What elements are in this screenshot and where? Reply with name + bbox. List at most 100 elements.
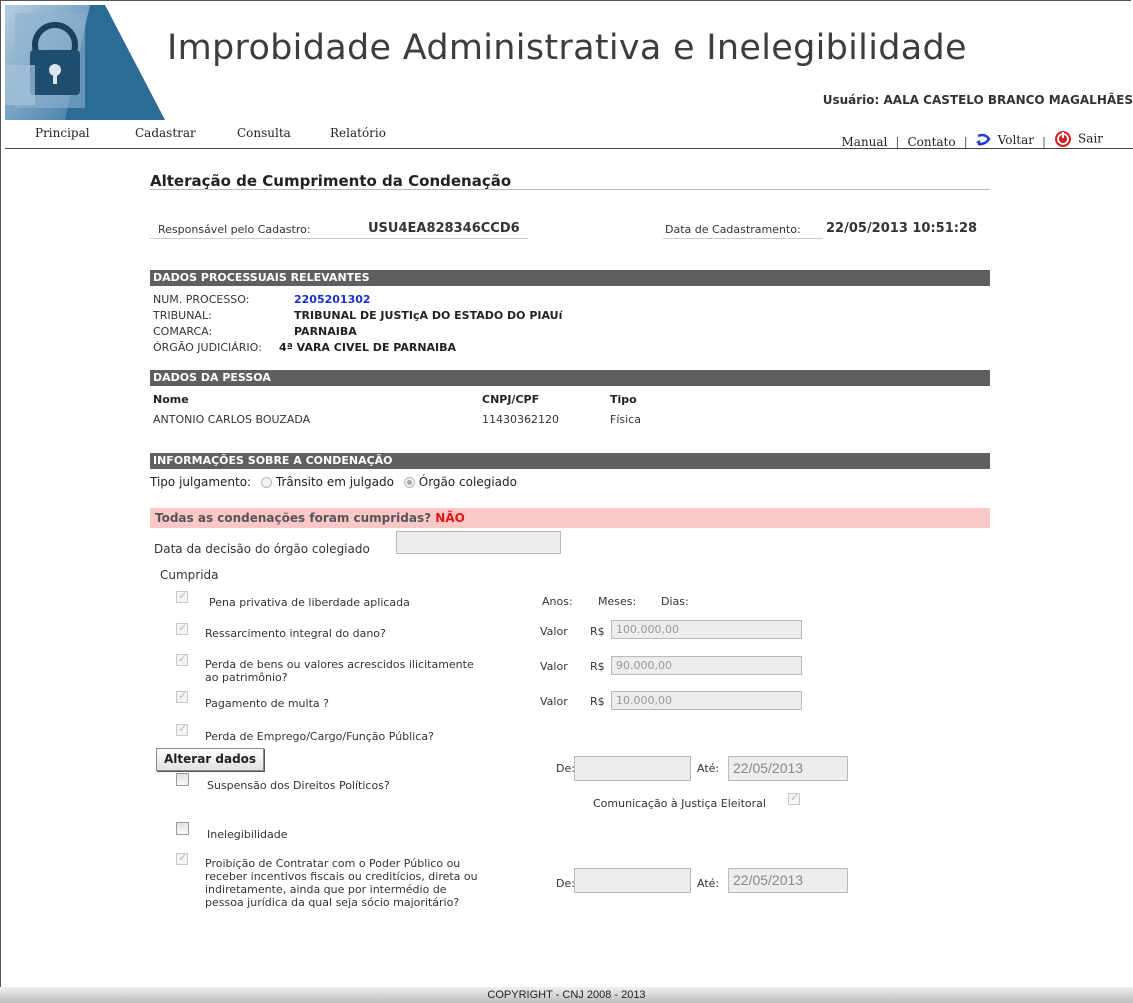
radio-transito-label: Trânsito em julgado: [275, 475, 394, 489]
site-title: Improbidade Administrativa e Inelegibili…: [167, 28, 967, 68]
perda-bens-checkbox[interactable]: [176, 652, 188, 666]
radio-orgao-colegiado[interactable]: [403, 477, 415, 488]
pessoa-nome: ANTONIO CARLOS BOUZADA: [153, 413, 311, 426]
tribunal-label: TRIBUNAL:: [153, 309, 212, 322]
multa-valor-input[interactable]: 10.000,00: [611, 691, 802, 710]
suspensao-de-input[interactable]: [574, 756, 691, 781]
col-tipo: Tipo: [610, 393, 637, 406]
lock-logo-icon: [5, 5, 165, 120]
section-dados-pessoa: DADOS DA PESSOA: [150, 370, 990, 386]
nav-cadastrar[interactable]: Cadastrar: [135, 126, 196, 140]
back-arrow-icon: [975, 134, 991, 147]
num-processo-link[interactable]: 2205201302: [294, 293, 371, 306]
multa-label: Pagamento de multa ?: [205, 697, 329, 710]
data-decisao-input[interactable]: [396, 531, 561, 554]
perda-emprego-checkbox[interactable]: [176, 722, 188, 736]
power-icon: [1055, 131, 1072, 147]
ressarcimento-checkbox[interactable]: [176, 621, 188, 635]
ressarcimento-currency: R$: [590, 625, 605, 638]
proibicao-de-label: De:: [556, 877, 575, 890]
col-nome: Nome: [153, 393, 189, 406]
page-frame: [0, 0, 1131, 1001]
ressarcimento-valor-input[interactable]: 100.000,00: [611, 620, 802, 639]
proibicao-ate-label: Até:: [697, 877, 720, 890]
perda-bens-valor-label: Valor: [540, 660, 568, 673]
underline: [663, 238, 823, 239]
inelegibilidade-label: Inelegibilidade: [207, 828, 288, 841]
num-processo-value[interactable]: 2205201302: [294, 293, 371, 306]
suspensao-checkbox[interactable]: [176, 773, 189, 786]
ressarcimento-label: Ressarcimento integral do dano?: [205, 627, 386, 640]
proibicao-checkbox[interactable]: [176, 851, 188, 865]
perda-bens-valor-input[interactable]: 90.000,00: [611, 656, 802, 675]
section-dados-processuais: DADOS PROCESSUAIS RELEVANTES: [150, 270, 990, 286]
user-info: Usuário: AALA CASTELO BRANCO MAGALHÃES: [823, 93, 1133, 107]
user-label: Usuário:: [822, 93, 880, 107]
proibicao-label-1: Proibição de Contratar com o Poder Públi…: [205, 857, 461, 870]
comarca-label: COMARCA:: [153, 325, 213, 338]
nav-principal[interactable]: Principal: [35, 126, 90, 140]
radio-transito[interactable]: [260, 477, 272, 488]
cumprida-label: Cumprida: [160, 568, 219, 582]
pena-checkbox[interactable]: [176, 589, 188, 603]
data-cadastramento-value: 22/05/2013 10:51:28: [826, 221, 978, 236]
nav-divider: [5, 148, 1133, 149]
nav-voltar[interactable]: Voltar: [975, 132, 1034, 148]
tipo-julgamento-label: Tipo julgamento:: [150, 475, 252, 489]
nav-contato[interactable]: Contato: [907, 135, 955, 149]
nav-sair-label: Sair: [1078, 131, 1103, 146]
proibicao-ate-input[interactable]: 22/05/2013: [728, 868, 848, 893]
nav-separator: |: [895, 135, 900, 149]
data-cadastramento-label: Data de Cadastramento:: [665, 223, 801, 236]
comunicacao-label: Comunicação à Justiça Eleitoral: [593, 797, 766, 810]
radio-orgao-label: Órgão colegiado: [418, 475, 517, 489]
pena-label: Pena privativa de liberdade aplicada: [209, 596, 410, 609]
multa-checkbox[interactable]: [176, 689, 188, 703]
dias-label: Dias:: [661, 595, 689, 608]
comarca-value: PARNAIBA: [294, 325, 357, 338]
alterar-dados-button[interactable]: Alterar dados: [156, 748, 265, 771]
perda-bens-label-2: ao patrimônio?: [205, 671, 288, 684]
perda-emprego-label: Perda de Emprego/Cargo/Função Pública?: [205, 730, 434, 743]
suspensao-de-label: De:: [556, 762, 575, 775]
col-cnpj-cpf: CNPJ/CPF: [482, 393, 540, 406]
comunicacao-checkbox[interactable]: [788, 791, 800, 805]
nav-relatorio[interactable]: Relatório: [330, 126, 386, 140]
proibicao-label-3: indiretamente, ainda que por intermédio …: [205, 883, 447, 896]
title-divider: [150, 189, 990, 190]
page-title: Alteração de Cumprimento da Condenação: [150, 172, 512, 190]
alert-condenacoes: Todas as condenações foram cumpridas? NÃ…: [150, 508, 990, 528]
alert-question: Todas as condenações foram cumpridas?: [155, 511, 432, 525]
orgao-judiciario-label: ÓRGÃO JUDICIÁRIO:: [153, 341, 262, 354]
multa-currency: R$: [590, 695, 605, 708]
nav-voltar-label: Voltar: [997, 132, 1034, 147]
footer-copyright: COPYRIGHT - CNJ 2008 - 2013: [0, 987, 1133, 1003]
user-name: AALA CASTELO BRANCO MAGALHÃES: [883, 93, 1133, 107]
alert-answer: NÃO: [435, 511, 465, 525]
anos-label: Anos:: [542, 595, 573, 608]
nav-sair[interactable]: Sair: [1054, 130, 1103, 148]
proibicao-label-2: receber incentivos fiscais ou creditício…: [205, 870, 478, 883]
responsavel-value: USU4EA828346CCD6: [368, 221, 520, 236]
tipo-julgamento-row: Tipo julgamento: Trânsito em julgado Órg…: [150, 475, 517, 489]
underline: [150, 238, 358, 239]
pessoa-cnpj: 11430362120: [482, 413, 559, 426]
perda-bens-currency: R$: [590, 660, 605, 673]
nav-manual[interactable]: Manual: [842, 135, 888, 149]
nav-consulta[interactable]: Consulta: [237, 126, 291, 140]
logo: [5, 5, 170, 120]
suspensao-ate-input[interactable]: 22/05/2013: [728, 756, 848, 781]
pessoa-tipo: Física: [610, 413, 641, 426]
meses-label: Meses:: [598, 595, 637, 608]
header: Improbidade Administrativa e Inelegibili…: [0, 0, 1133, 120]
inelegibilidade-checkbox[interactable]: [176, 822, 189, 835]
responsavel-label: Responsável pelo Cadastro:: [158, 223, 311, 236]
nav-separator: |: [1042, 135, 1047, 149]
proibicao-label-4: pessoa jurídica da qual seja sócio major…: [205, 896, 460, 909]
proibicao-de-input[interactable]: [574, 868, 691, 893]
ressarcimento-valor-label: Valor: [540, 625, 568, 638]
nav-separator: |: [963, 135, 968, 149]
suspensao-ate-label: Até:: [697, 762, 720, 775]
utility-nav: Manual | Contato | Voltar | Sair: [842, 126, 1133, 150]
underline: [358, 238, 528, 239]
